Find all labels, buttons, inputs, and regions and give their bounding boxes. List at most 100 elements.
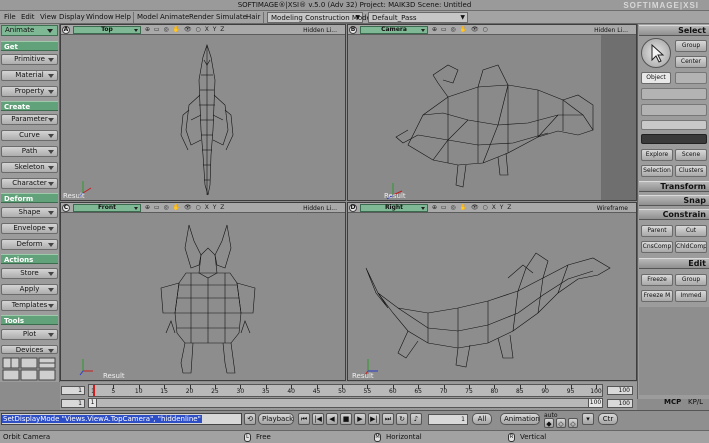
timeline-end-field[interactable]: 100 <box>607 386 633 395</box>
timeline-ruler[interactable]: 1510152025303540455055606570758085909510… <box>88 384 603 397</box>
key-menu-icon[interactable]: ▾ <box>582 413 594 425</box>
cut-button[interactable]: Cut <box>675 225 707 237</box>
previous-key-icon[interactable]: |◀ <box>312 413 324 425</box>
snap-panel-header[interactable]: Snap <box>639 195 709 206</box>
apply-button[interactable]: Apply <box>1 284 58 295</box>
templates-button[interactable]: Templates <box>1 300 58 311</box>
viewport-b-display-mode[interactable]: Hidden Li... <box>594 27 628 34</box>
viewport-d-display-mode[interactable]: Wireframe <box>597 205 628 212</box>
timeline-range-slider[interactable]: 1 100 <box>88 398 603 408</box>
center-button[interactable]: Center <box>675 56 707 68</box>
plot-button[interactable]: Plot <box>1 329 58 340</box>
key-prev-icon[interactable]: ◇ <box>568 418 578 428</box>
viewport-d-letter[interactable]: D <box>349 204 357 212</box>
select-arrow-button[interactable] <box>641 38 671 68</box>
next-key-icon[interactable]: ▶| <box>368 413 380 425</box>
group-button[interactable]: Group <box>675 40 707 52</box>
menu-file[interactable]: File <box>4 13 16 21</box>
viewport-a-camera-dropdown[interactable]: Top <box>73 26 141 34</box>
viewport-c-display-mode[interactable]: Hidden Li... <box>303 205 337 212</box>
current-frame-field[interactable]: 1 <box>428 414 468 425</box>
pass-dropdown[interactable]: Default_Pass ▼ <box>368 12 468 23</box>
transform-panel-header[interactable]: Transform <box>639 181 709 192</box>
constrain-panel-header[interactable]: Constrain <box>639 209 709 220</box>
freeze-m-button[interactable]: Freeze M <box>641 290 673 302</box>
envelope-button[interactable]: Envelope <box>1 223 58 234</box>
module-hair[interactable]: Hair <box>246 13 260 21</box>
playhead[interactable] <box>93 385 95 396</box>
construction-mode-dropdown[interactable]: Modeling Construction Mode ▼ <box>267 12 371 23</box>
deform-button[interactable]: Deform <box>1 239 58 250</box>
viewport-b-letter[interactable]: B <box>349 26 357 34</box>
viewport-a-tool-icons[interactable]: ⊕ ▭ ◎ ✋ 👁 ○ X Y Z <box>145 26 225 33</box>
store-button[interactable]: Store <box>1 268 58 279</box>
character-button[interactable]: Character <box>1 178 58 189</box>
viewport-c-camera-dropdown[interactable]: Front <box>73 204 141 212</box>
chldcomp-button[interactable]: ChldComp <box>675 241 707 253</box>
key-next-icon[interactable]: ◇ <box>556 418 566 428</box>
parameter-button[interactable]: Parameter <box>1 114 58 125</box>
mcp-tab[interactable]: MCP <box>664 398 681 406</box>
timeline-end-bottom-field[interactable]: 100 <box>607 399 633 408</box>
menu-help[interactable]: Help <box>115 13 131 21</box>
viewport-d-tool-icons[interactable]: ⊕ ▭ ◎ ✋ 👁 ○ X Y Z <box>432 204 512 211</box>
menu-view[interactable]: View <box>40 13 57 21</box>
menu-window[interactable]: Window <box>86 13 114 21</box>
empty-button[interactable] <box>641 88 707 100</box>
viewport-b-tool-icons[interactable]: ⊕ ▭ ◎ ✋ 👁 ○ <box>432 26 489 33</box>
viewport-c-front[interactable]: C Front ⊕ ▭ ◎ ✋ 👁 ○ X Y Z Hidden Li... R… <box>60 202 346 381</box>
material-button[interactable]: Material <box>1 70 58 81</box>
key-icon[interactable]: ◆ <box>544 418 554 428</box>
clusters-button[interactable]: Clusters <box>675 165 707 177</box>
viewport-a-display-mode[interactable]: Hidden Li... <box>303 27 337 34</box>
shape-button[interactable]: Shape <box>1 207 58 218</box>
all-toggle[interactable]: All <box>472 413 492 425</box>
last-frame-icon[interactable]: ⏭ <box>382 413 394 425</box>
module-render[interactable]: Render <box>189 13 214 21</box>
scene-button[interactable]: Scene <box>675 149 707 161</box>
primitive-button[interactable]: Primitive <box>1 54 58 65</box>
play-backward-icon[interactable]: ◀ <box>326 413 338 425</box>
property-button[interactable]: Property <box>1 86 58 97</box>
first-frame-icon[interactable]: ⏮ <box>298 413 310 425</box>
range-end-value[interactable]: 100 <box>588 399 602 407</box>
ctr-button[interactable]: Ctr <box>598 413 618 425</box>
loop-icon[interactable]: ↻ <box>396 413 408 425</box>
freeze-button[interactable]: Freeze <box>641 274 673 286</box>
module-simulate[interactable]: Simulate <box>216 13 247 21</box>
viewport-a-letter[interactable]: A <box>62 26 70 34</box>
play-forward-icon[interactable]: ▶ <box>354 413 366 425</box>
path-button[interactable]: Path <box>1 146 58 157</box>
timeline-start-bottom-field[interactable]: 1 <box>61 399 85 408</box>
toolbar-selector-dropdown[interactable]: Animate <box>1 25 58 36</box>
kpl-tab[interactable]: KP/L <box>688 398 703 406</box>
module-animate[interactable]: Animate <box>160 13 189 21</box>
viewport-b-camera[interactable]: B Camera ⊕ ▭ ◎ ✋ 👁 ○ Hidden Li... Result <box>347 24 637 201</box>
viewport-a-top[interactable]: A Top ⊕ ▭ ◎ ✋ 👁 ○ X Y Z Hidden Li... Res… <box>60 24 346 201</box>
menu-edit[interactable]: Edit <box>21 13 35 21</box>
empty-button[interactable] <box>641 104 707 116</box>
viewport-d-camera-dropdown[interactable]: Right <box>360 204 428 212</box>
viewport-c-tool-icons[interactable]: ⊕ ▭ ◎ ✋ 👁 ○ X Y Z <box>145 204 225 211</box>
select-panel-header[interactable]: Select <box>639 25 709 36</box>
parent-button[interactable]: Parent <box>641 225 673 237</box>
selection-button[interactable]: Selection <box>641 165 673 177</box>
skeleton-button[interactable]: Skeleton <box>1 162 58 173</box>
playback-options-icon[interactable]: ⟲ <box>244 413 256 425</box>
object-button[interactable]: Object <box>641 72 671 84</box>
timeline-start-field[interactable]: 1 <box>61 386 85 395</box>
edit-panel-header[interactable]: Edit <box>639 258 709 269</box>
stop-icon[interactable]: ■ <box>340 413 352 425</box>
command-line-field[interactable]: SetDisplayMode "Views.ViewA.TopCamera", … <box>1 413 242 425</box>
devices-button[interactable]: Devices <box>1 345 58 354</box>
menu-display[interactable]: Display <box>59 13 85 21</box>
sound-icon[interactable]: ♪ <box>410 413 422 425</box>
viewport-b-camera-dropdown[interactable]: Camera <box>360 26 428 34</box>
view-layout-icons[interactable] <box>2 357 57 381</box>
empty-button[interactable] <box>675 72 707 84</box>
cnscomp-button[interactable]: CnsComp <box>641 241 673 253</box>
immed-button[interactable]: Immed <box>675 290 707 302</box>
viewport-c-letter[interactable]: C <box>62 204 70 212</box>
group-edit-button[interactable]: Group <box>675 274 707 286</box>
selection-field[interactable] <box>641 120 707 130</box>
